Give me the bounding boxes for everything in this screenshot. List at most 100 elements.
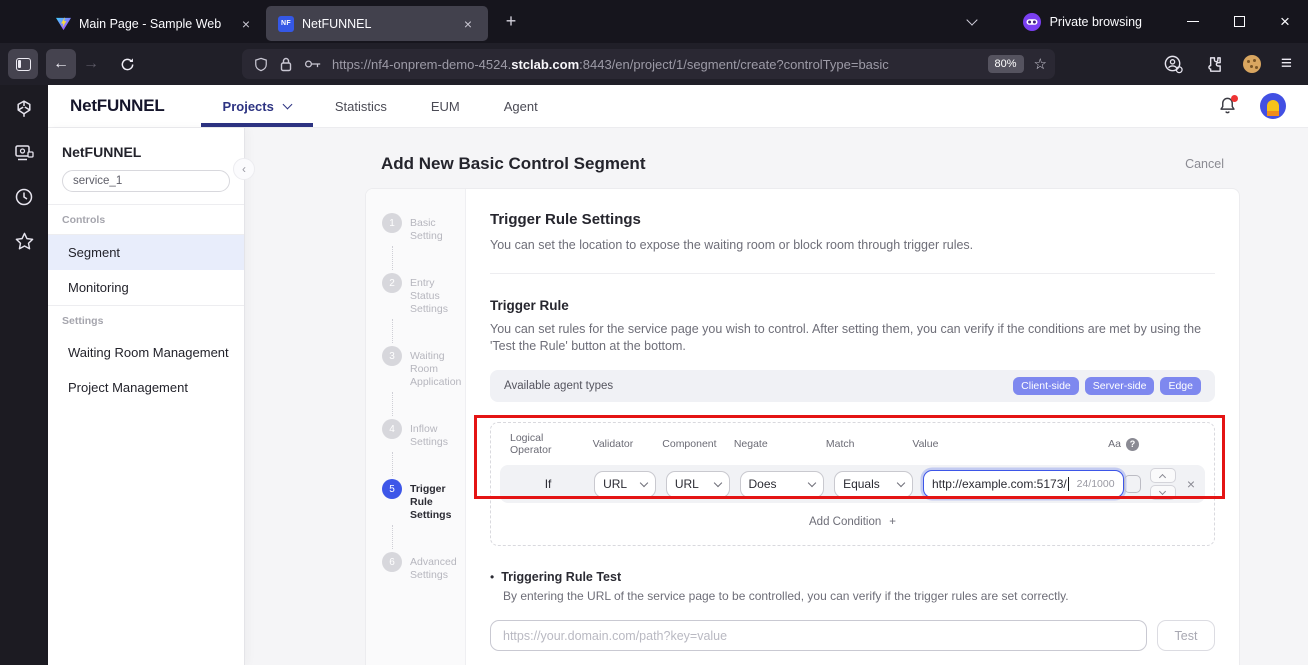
url-text: https://nf4-onprem-demo-4524.stclab.com:… — [332, 56, 889, 72]
help-icon[interactable]: ? — [1126, 437, 1139, 451]
case-sensitivity-column-label: Aa — [1108, 438, 1121, 450]
wizard-card: 1 Basic Setting 2 Entry Status Settings … — [365, 188, 1240, 665]
sidebar-item-waiting-room-management[interactable]: Waiting Room Management — [48, 335, 244, 370]
list-all-tabs-icon[interactable] — [965, 13, 978, 26]
chevron-down-icon — [896, 478, 906, 487]
browser-tab-bar: Main Page - Sample Web × NF NetFUNNEL × … — [0, 0, 1308, 43]
sidebar-toggle-icon — [15, 57, 31, 71]
app-sidebar: NetFUNNEL service_1 Controls Segment Mon… — [48, 128, 255, 665]
history-clock-icon[interactable] — [10, 183, 38, 211]
url-bar[interactable]: https://nf4-onprem-demo-4524.stclab.com:… — [242, 49, 1055, 79]
step-advanced-settings[interactable]: 6 Advanced Settings — [382, 552, 465, 582]
case-sensitive-checkbox[interactable] — [1123, 475, 1141, 493]
sidebar-item-project-management[interactable]: Project Management — [48, 370, 244, 405]
tab-close-icon[interactable]: × — [458, 14, 478, 34]
move-up-button[interactable] — [1149, 468, 1176, 483]
trigger-rule-builder: Logical Operator Validator Component Neg… — [474, 415, 1225, 546]
cookie-extension-icon[interactable] — [1242, 55, 1261, 73]
maximize-button[interactable] — [1216, 0, 1262, 43]
private-browsing-label: Private browsing — [1049, 14, 1142, 29]
chevron-down-icon — [713, 478, 722, 487]
component-dropdown[interactable]: URL — [665, 470, 730, 498]
back-button[interactable]: ← — [46, 49, 76, 79]
nav-eum[interactable]: EUM — [409, 85, 482, 127]
webpage: NetFUNNEL Projects Statistics EUM Agent — [48, 85, 1308, 665]
lock-icon[interactable] — [280, 57, 292, 72]
forward-button[interactable]: → — [76, 49, 106, 79]
key-icon[interactable] — [304, 58, 322, 70]
negate-dropdown[interactable]: Does — [739, 470, 825, 498]
firefox-sidebar-strip — [0, 85, 48, 665]
add-condition-button[interactable]: Add Condition + — [500, 507, 1205, 537]
page-title: Add New Basic Control Segment — [381, 154, 646, 173]
test-section-description: By entering the URL of the service page … — [503, 589, 1069, 603]
chevron-up-icon — [1159, 473, 1167, 481]
test-url-input[interactable] — [490, 620, 1147, 651]
text-cursor — [1067, 477, 1070, 491]
user-avatar[interactable] — [1260, 93, 1286, 119]
tab-close-icon[interactable]: × — [236, 14, 256, 34]
nav-projects[interactable]: Projects — [200, 85, 314, 127]
triggering-rule-test-section: • Triggering Rule Test By entering the U… — [490, 570, 1215, 651]
step-content: Trigger Rule Settings You can set the lo… — [466, 189, 1239, 665]
chevron-down-icon — [282, 99, 293, 109]
step-connector — [392, 452, 465, 476]
step-inflow-settings[interactable]: 4 Inflow Settings — [382, 419, 465, 449]
reload-button[interactable] — [112, 49, 142, 79]
nav-agent[interactable]: Agent — [482, 85, 560, 127]
sidebar-collapse-button[interactable]: ‹ — [233, 158, 255, 180]
notification-bell-button[interactable] — [1218, 95, 1238, 116]
trigger-rule-description: You can set rules for the service page y… — [490, 322, 1202, 353]
chatgpt-sidebar-icon[interactable] — [10, 95, 38, 123]
logical-operator-value: If — [544, 477, 552, 491]
nav-statistics[interactable]: Statistics — [313, 85, 409, 127]
new-tab-button[interactable]: + — [498, 11, 524, 32]
sidebar-section-settings: Settings — [62, 315, 104, 327]
main-content: Add New Basic Control Segment Cancel 1 B… — [245, 128, 1308, 665]
bookmark-star-icon[interactable]: ☆ — [1034, 55, 1047, 73]
sidebar-project-title: NetFUNNEL — [62, 144, 142, 160]
extensions-puzzle-icon[interactable] — [1204, 55, 1223, 74]
move-down-button[interactable] — [1149, 485, 1176, 500]
rule-condition-row: If URL URL Does Equals http://example.co… — [500, 465, 1205, 503]
step-trigger-rule-settings[interactable]: 5 Trigger Rule Settings — [382, 479, 465, 522]
validator-dropdown[interactable]: URL — [594, 470, 656, 498]
tab-main-page[interactable]: Main Page - Sample Web × — [44, 6, 266, 41]
test-section-heading: Triggering Rule Test — [501, 570, 622, 584]
match-dropdown[interactable]: Equals — [834, 470, 913, 498]
forward-icon: → — [83, 55, 99, 72]
app-logo[interactable]: NetFUNNEL — [70, 96, 165, 116]
close-window-button[interactable]: × — [1262, 0, 1308, 43]
sidebar-item-segment[interactable]: Segment — [48, 235, 244, 270]
step-connector — [392, 246, 465, 270]
back-icon: ← — [53, 55, 69, 72]
tab-title: NetFUNNEL — [302, 16, 372, 31]
tab-netfunnel[interactable]: NF NetFUNNEL × — [266, 6, 488, 41]
app-menu-icon[interactable]: ≡ — [1281, 53, 1292, 75]
synced-tabs-icon[interactable] — [10, 139, 38, 167]
rule-column-headers: Logical Operator Validator Component Neg… — [500, 432, 1205, 456]
test-button[interactable]: Test — [1157, 620, 1215, 651]
step-entry-status-settings[interactable]: 2 Entry Status Settings — [382, 273, 465, 316]
sidebar-toggle-button[interactable] — [8, 49, 38, 79]
sidebar-item-monitoring[interactable]: Monitoring — [48, 270, 244, 306]
account-icon[interactable] — [1163, 54, 1184, 75]
cancel-button[interactable]: Cancel — [1185, 157, 1224, 171]
section-heading: Trigger Rule Settings — [490, 211, 641, 228]
sidebar-section-controls: Controls — [62, 214, 106, 226]
value-input[interactable]: http://example.com:5173/ 24/1000 — [922, 470, 1124, 498]
bookmarks-star-icon[interactable] — [10, 227, 38, 255]
private-mask-icon — [1022, 12, 1041, 31]
rule-conditions-container: Logical Operator Validator Component Neg… — [490, 422, 1215, 546]
step-basic-setting[interactable]: 1 Basic Setting — [382, 213, 465, 243]
bullet-icon: • — [490, 570, 495, 584]
remove-condition-button[interactable]: × — [1187, 476, 1195, 492]
section-description: You can set the location to expose the w… — [490, 238, 974, 252]
step-waiting-room-application[interactable]: 3 Waiting Room Application — [382, 346, 465, 389]
minimize-button[interactable] — [1170, 0, 1216, 43]
shield-icon[interactable] — [254, 57, 268, 72]
step-connector — [392, 525, 465, 549]
service-select[interactable]: service_1 — [62, 170, 230, 192]
zoom-level-badge[interactable]: 80% — [987, 55, 1024, 73]
vite-logo-icon — [56, 16, 71, 31]
